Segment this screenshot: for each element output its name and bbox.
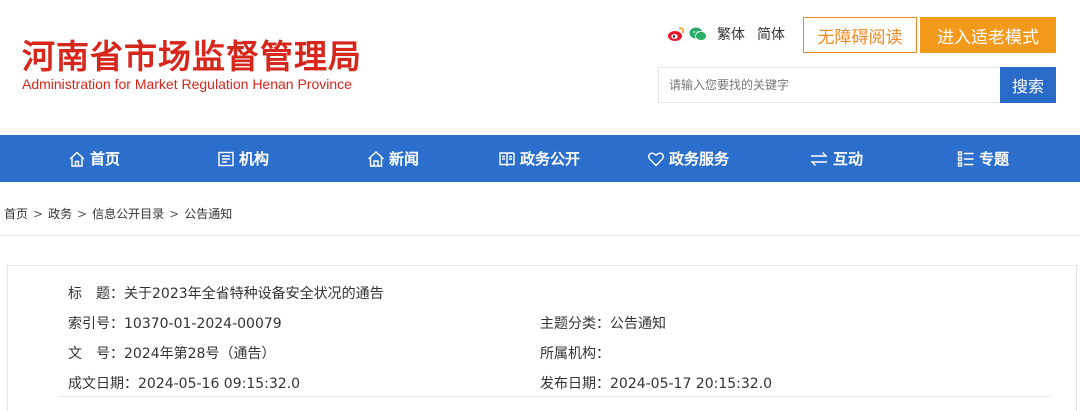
header-tools: 繁体 简体: [667, 22, 785, 46]
published-date-value: 2024-05-17 20:15:32.0: [610, 376, 773, 392]
search-input[interactable]: [659, 68, 999, 102]
nav-label: 互动: [833, 150, 864, 168]
organization-label: 所属机构：: [540, 346, 610, 362]
index-row: 索引号：10370-01-2024-00079: [68, 313, 282, 333]
site-subtitle: Administration for Market Regulation Hen…: [22, 76, 352, 92]
building-icon: [218, 151, 234, 166]
breadcrumb-home[interactable]: 首页: [4, 207, 28, 221]
nav-label: 首页: [90, 150, 121, 168]
breadcrumb-notices[interactable]: 公告通知: [184, 207, 232, 221]
published-date-row: 发布日期：2024-05-17 20:15:32.0: [540, 373, 772, 393]
published-date-label: 发布日期：: [540, 376, 610, 392]
book-icon: [499, 151, 515, 166]
doc-number-label: 文 号：: [68, 346, 124, 362]
index-label: 索引号：: [68, 316, 124, 332]
elder-mode-button[interactable]: 进入适老模式: [920, 17, 1056, 53]
home-icon: [69, 151, 85, 167]
doc-title-label: 标 题：: [68, 286, 124, 302]
traditional-chinese-link[interactable]: 繁体: [717, 24, 745, 44]
nav-label: 新闻: [389, 150, 420, 168]
category-value: 公告通知: [610, 316, 666, 332]
doc-title-value: 关于2023年全省特种设备安全状况的通告: [124, 286, 384, 302]
category-label: 主题分类：: [540, 316, 610, 332]
info-divider: [60, 396, 1050, 397]
breadcrumb-separator: >: [169, 207, 180, 221]
nav-item-gov-affairs[interactable]: 政务公开: [498, 135, 580, 182]
wechat-icon[interactable]: [689, 26, 707, 42]
site-header: 河南省市场监督管理局 Administration for Market Reg…: [0, 0, 1080, 135]
nav-item-news[interactable]: 新闻: [367, 135, 419, 182]
doc-number-value: 2024年第28号（通告）: [124, 346, 276, 362]
weibo-icon[interactable]: [667, 26, 685, 42]
site-title[interactable]: 河南省市场监督管理局: [22, 30, 362, 78]
created-date-row: 成文日期：2024-05-16 09:15:32.0: [68, 373, 300, 393]
nav-label: 政务服务: [669, 150, 730, 168]
main-nav: 首页 机构 新闻 政务公开 政务服务 互动 专题: [0, 135, 1080, 182]
search-button[interactable]: 搜索: [1000, 67, 1056, 103]
breadcrumb-separator: >: [33, 207, 44, 221]
nav-item-interaction[interactable]: 互动: [809, 135, 863, 182]
breadcrumb-gov-affairs[interactable]: 政务: [48, 207, 72, 221]
simplified-chinese-link[interactable]: 简体: [757, 24, 785, 44]
accessibility-button[interactable]: 无障碍阅读: [803, 17, 917, 53]
doc-number-row: 文 号：2024年第28号（通告）: [68, 343, 275, 363]
created-date-label: 成文日期：: [68, 376, 138, 392]
nav-label: 机构: [239, 150, 270, 168]
category-row: 主题分类：公告通知: [540, 313, 666, 333]
breadcrumb-divider: [0, 235, 1080, 236]
nav-item-topics[interactable]: 专题: [957, 135, 1009, 182]
breadcrumb-info-directory[interactable]: 信息公开目录: [92, 207, 164, 221]
breadcrumb: 首页 > 政务 > 信息公开目录 > 公告通知: [4, 205, 232, 222]
created-date-value: 2024-05-16 09:15:32.0: [138, 376, 301, 392]
house-icon: [368, 150, 384, 167]
search-box: [658, 67, 1000, 103]
nav-item-organization[interactable]: 机构: [217, 135, 269, 182]
heart-icon: [648, 152, 664, 166]
organization-row: 所属机构：: [540, 343, 610, 363]
nav-item-gov-services[interactable]: 政务服务: [647, 135, 729, 182]
nav-label: 专题: [979, 150, 1010, 168]
list-icon: [957, 150, 974, 167]
exchange-icon: [810, 151, 828, 166]
breadcrumb-separator: >: [77, 207, 88, 221]
index-value: 10370-01-2024-00079: [124, 316, 282, 332]
doc-title-row: 标 题：关于2023年全省特种设备安全状况的通告: [68, 283, 384, 303]
nav-label: 政务公开: [520, 150, 581, 168]
nav-item-home[interactable]: 首页: [68, 135, 120, 182]
